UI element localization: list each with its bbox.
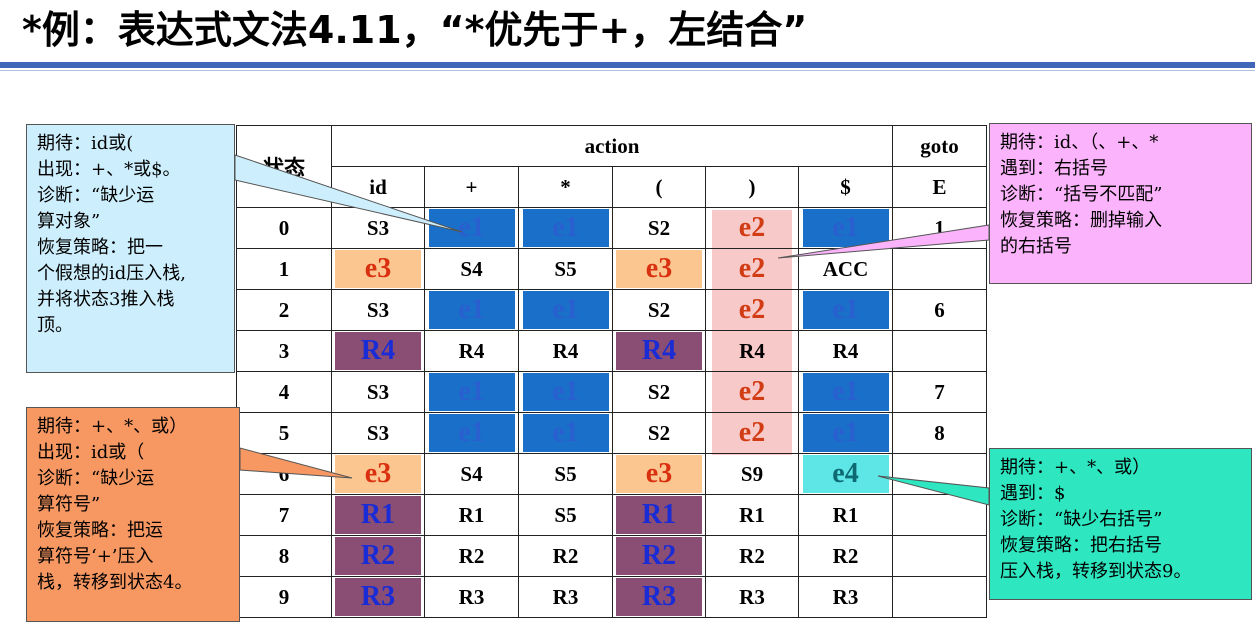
callout-pointer-e4 — [877, 475, 990, 506]
callout-pointer-e2 — [777, 224, 990, 259]
note-e3: 期待：+、*、或） 出现：id或（ 诊断：“缺少运 算符号” 恢复策略：把运 算… — [26, 407, 240, 622]
callout-pointer-e3 — [239, 447, 353, 479]
note-e4: 期待：+、*、或） 遇到：$ 诊断：“缺少右括号” 恢复策略：把右括号 压入栈，… — [989, 448, 1252, 600]
callout-pointer-e1 — [234, 154, 463, 233]
note-e2: 期待：id、（、+、* 遇到：右括号 诊断：“括号不匹配” 恢复策略：删掉输入 … — [989, 123, 1252, 284]
note-e1: 期待：id或( 出现：+、*或$。 诊断：“缺少运 算对象” 恢复策略：把一 个… — [26, 124, 235, 373]
